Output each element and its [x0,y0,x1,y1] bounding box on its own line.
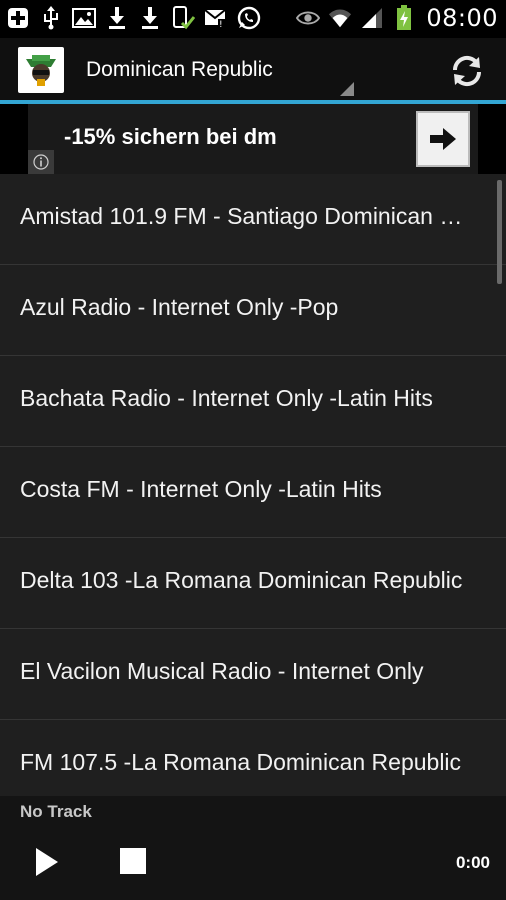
ad-arrow-button[interactable] [416,111,470,167]
list-item[interactable]: FM 107.5 -La Romana Dominican Republic [0,720,506,796]
ad-info-button[interactable] [28,150,54,174]
list-scrollbar[interactable] [497,180,502,284]
ad-margin-right [478,104,506,174]
list-item[interactable]: Bachata Radio - Internet Only -Latin Hit… [0,356,506,447]
whatsapp-icon [237,6,261,30]
station-label: FM 107.5 -La Romana Dominican Republic [20,749,462,775]
eye-icon [296,6,321,30]
list-item[interactable]: Amistad 101.9 FM - Santiago Dominican Re… [0,174,506,265]
notification-icons: ! [6,6,261,30]
list-item[interactable]: Costa FM - Internet Only -Latin Hits [0,447,506,538]
app-logo-icon[interactable] [18,47,64,93]
device-check-icon [171,6,195,30]
station-label: Azul Radio - Internet Only -Pop [20,294,339,320]
list-item[interactable]: Azul Radio - Internet Only -Pop [0,265,506,356]
usb-icon [39,6,63,30]
image-icon [72,6,96,30]
spinner-arrow-icon [340,82,354,96]
country-label: Dominican Republic [86,58,273,81]
station-label: Costa FM - Internet Only -Latin Hits [20,476,382,502]
station-list[interactable]: Amistad 101.9 FM - Santiago Dominican Re… [0,174,506,796]
info-icon [33,154,49,170]
ad-margin-left [0,104,28,174]
download-icon [138,6,162,30]
ad-text: -15% sichern bei dm [64,124,277,149]
station-label: El Vacilon Musical Radio - Internet Only [20,658,424,684]
station-label: Delta 103 -La Romana Dominican Republic [20,567,463,593]
system-icons: 08:00 [296,4,498,32]
status-bar: ! 08:00 [0,0,506,38]
wifi-icon [328,6,352,30]
list-item[interactable]: El Vacilon Musical Radio - Internet Only [0,629,506,720]
playback-time: 0:00 [455,853,490,872]
station-label: Amistad 101.9 FM - Santiago Dominican Re… [20,203,468,229]
svg-text:!: ! [219,20,223,29]
signal-icon [360,6,384,30]
ad-banner[interactable]: -15% sichern bei dm [28,104,478,174]
play-button[interactable] [30,842,64,882]
list-item[interactable]: Delta 103 -La Romana Dominican Republic [0,538,506,629]
refresh-icon [452,55,482,87]
clock: 08:00 [426,4,498,32]
player-bar: No Track 0:00 [0,796,506,900]
sms-icon: ! [204,6,228,30]
battery-icon [392,5,416,30]
track-label: No Track [20,802,92,821]
play-icon [36,848,58,876]
arrow-right-icon [430,128,456,150]
add-icon [6,6,30,30]
station-label: Bachata Radio - Internet Only -Latin Hit… [20,385,433,411]
stop-button[interactable] [120,848,146,874]
download-icon [105,6,129,30]
refresh-button[interactable] [446,50,488,92]
country-spinner[interactable]: Dominican Republic [66,44,358,98]
